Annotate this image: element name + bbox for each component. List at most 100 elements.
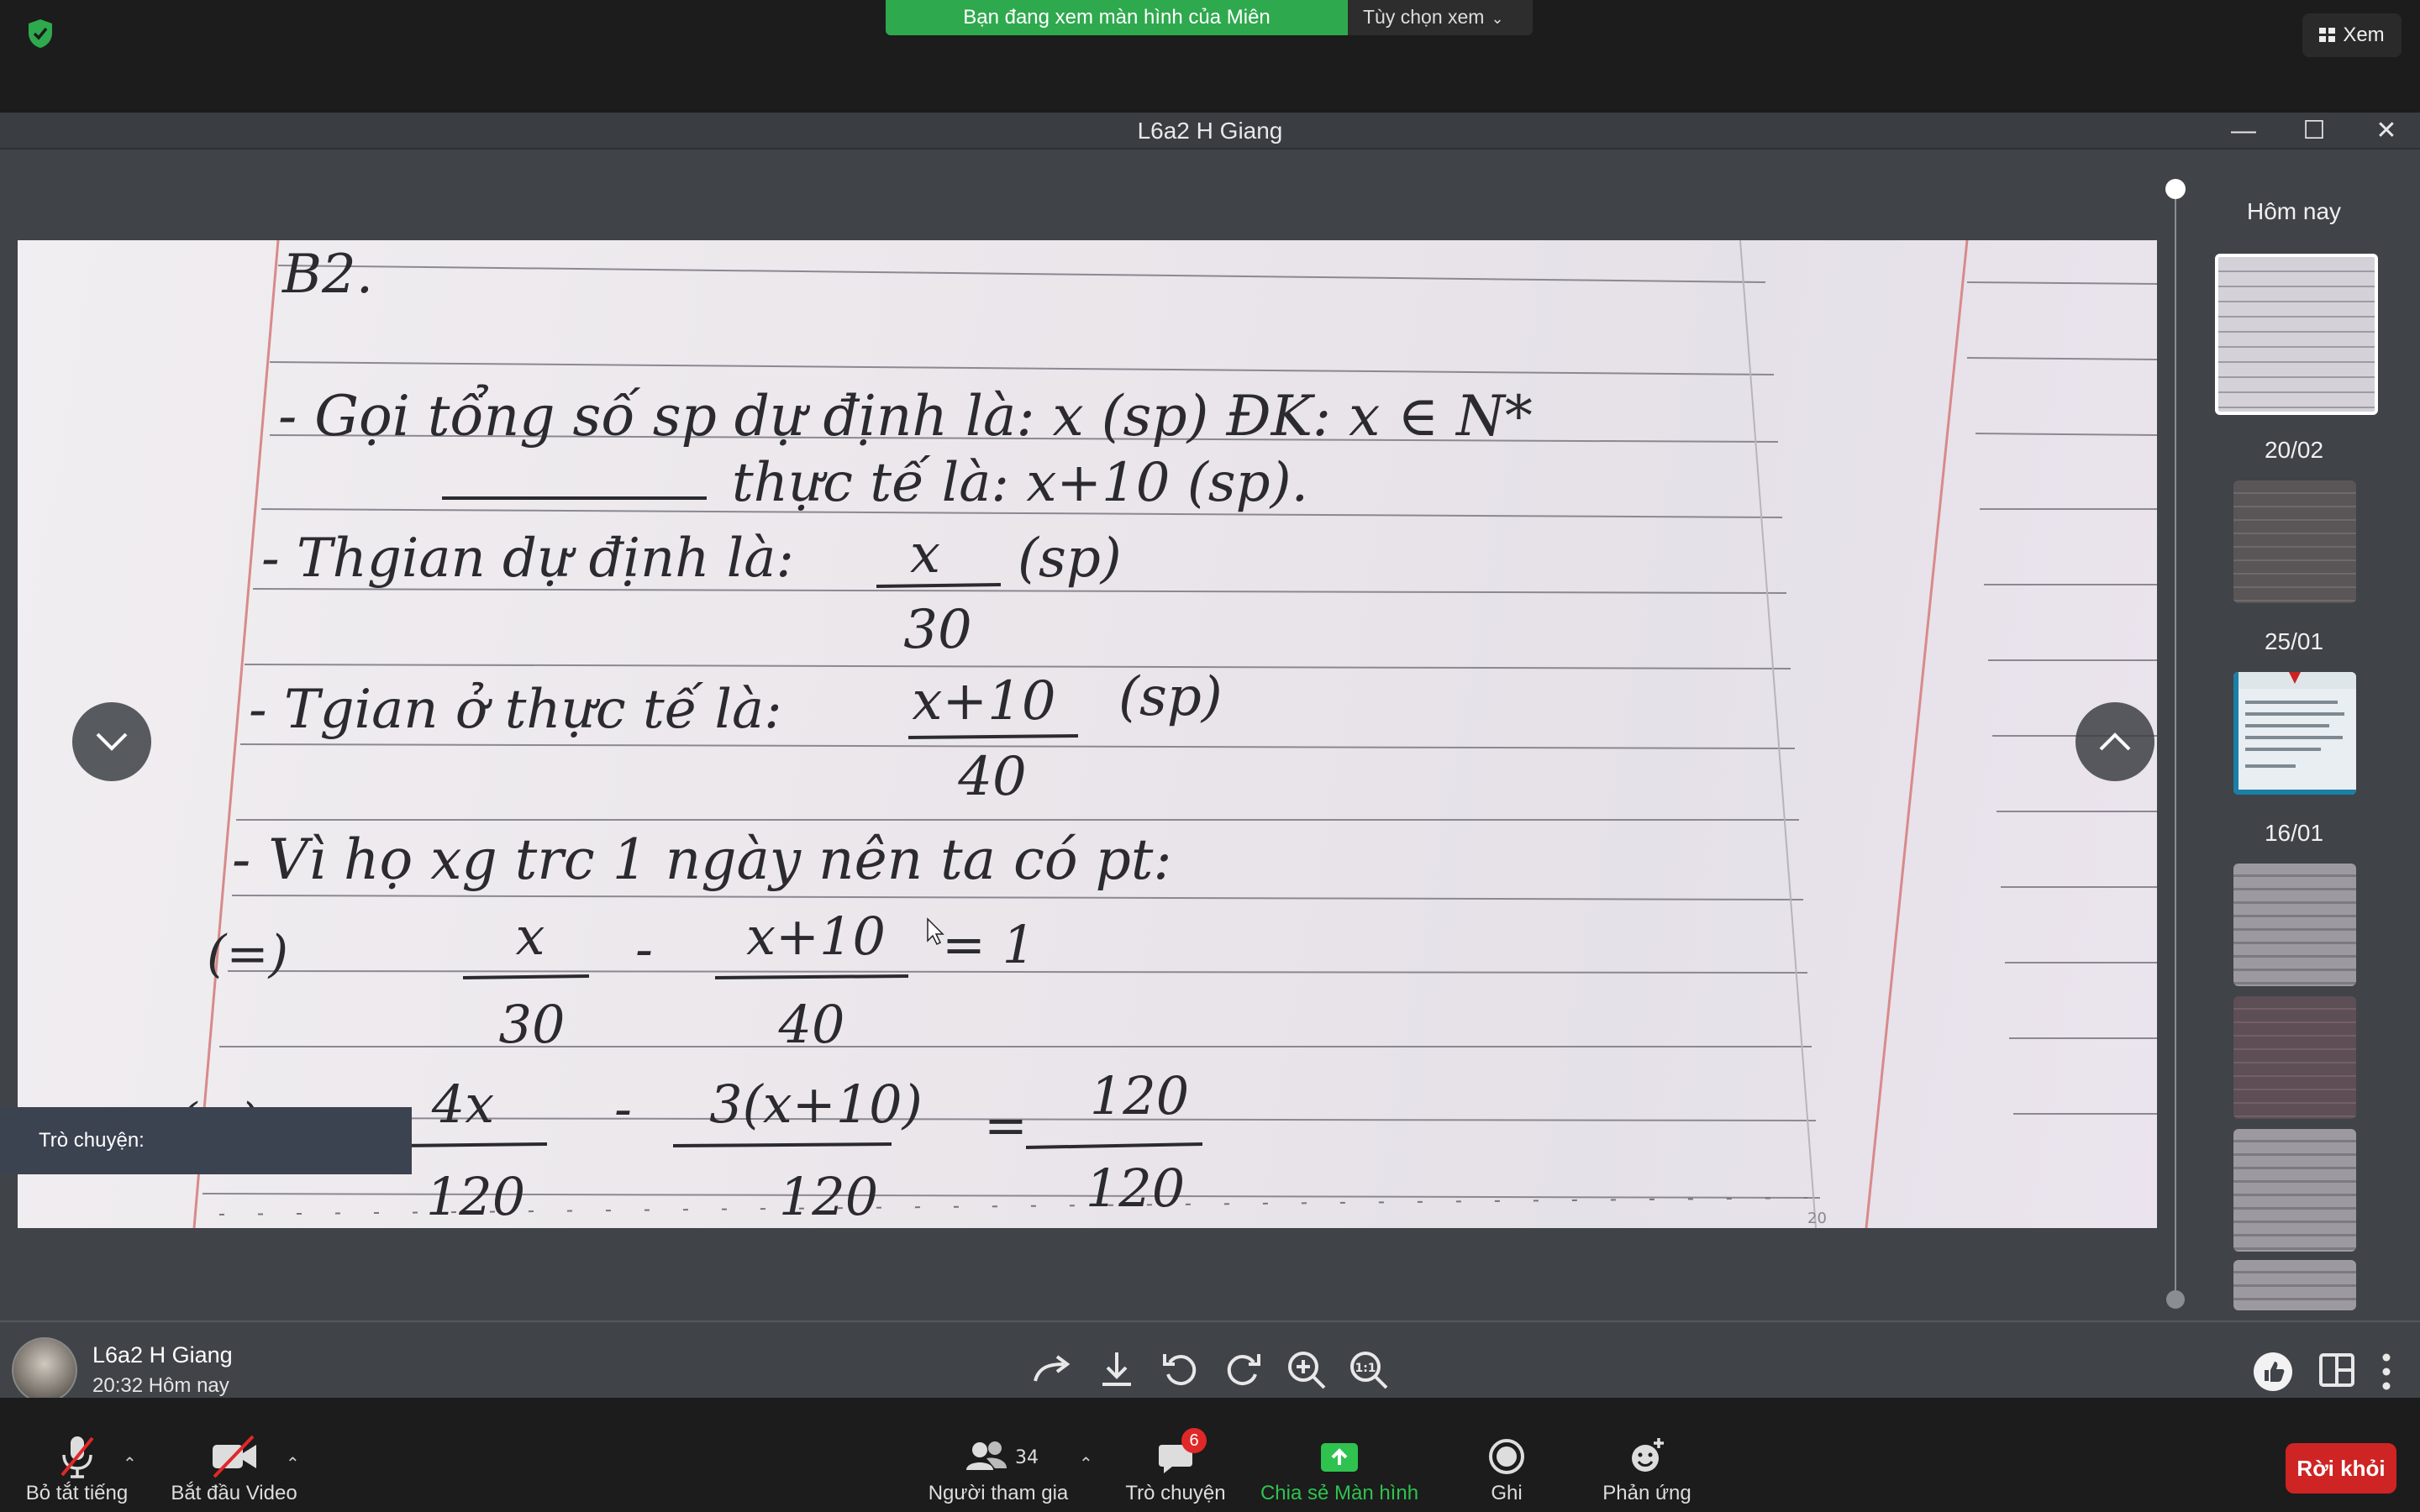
chat-image-viewer: L6a2 H Giang — ☐ ✕ B2. - Gọi tổng số sp … — [0, 113, 2420, 1398]
maximize-button[interactable]: ☐ — [2289, 113, 2339, 150]
share-screen-button[interactable]: Chia sẻ Màn hình — [1255, 1431, 1423, 1505]
microphone-muted-icon — [60, 1436, 94, 1478]
view-options-label: Tùy chọn xem — [1363, 6, 1485, 28]
viewer-title-bar: L6a2 H Giang — ☐ ✕ — [0, 113, 2420, 150]
equation-2-b-numerator: 3(x+10) — [709, 1074, 923, 1135]
participants-label: Người tham gia — [928, 1482, 1069, 1504]
rotate-left-icon[interactable] — [1158, 1347, 1203, 1393]
equation-1-a-numerator: x — [516, 906, 545, 967]
fraction-2-unit: (sp) — [1118, 666, 1223, 728]
grid-icon — [2319, 28, 2337, 43]
record-icon — [1489, 1439, 1524, 1474]
maximize-icon: ☐ — [2302, 117, 2326, 144]
right-margin-line — [1865, 240, 1969, 1228]
previous-image-button[interactable] — [2075, 702, 2154, 781]
image-info-bar: L6a2 H Giang 20:32 Hôm nay 1:1 — [0, 1320, 2420, 1403]
rotate-right-icon[interactable] — [1220, 1347, 1265, 1393]
fraction-2-denominator: 40 — [957, 746, 1026, 808]
minimize-icon: — — [2231, 117, 2256, 144]
share-screen-label: Chia sẻ Màn hình — [1260, 1482, 1419, 1504]
start-video-label: Bắt đầu Video — [171, 1482, 297, 1504]
handwriting-line-5: - Tgian ở thực tế là: — [249, 679, 782, 741]
timeline-start-handle[interactable] — [2165, 179, 2186, 199]
thumbnail-image[interactable] — [2233, 480, 2356, 603]
handwriting-line-1: B2. — [281, 244, 373, 306]
handwriting-line-3: thực tế là: x+10 (sp). — [732, 452, 1308, 514]
timeline-end-handle[interactable] — [2166, 1290, 2185, 1309]
record-button[interactable]: Ghi — [1477, 1431, 1536, 1505]
timeline-date-today: Hôm nay — [2246, 198, 2342, 224]
thumbnail-selected[interactable] — [2215, 254, 2378, 415]
meeting-controls: Bỏ tắt tiếng ⌃ Bắt đầu Video ⌃ 34 Người … — [0, 1398, 2420, 1512]
participants-options-chevron-icon[interactable]: ⌃ — [1079, 1453, 1093, 1474]
chevron-up-icon — [2099, 732, 2131, 751]
participants-button[interactable]: 34 Người tham gia — [923, 1431, 1074, 1505]
equation-1-rhs: = 1 — [942, 914, 1035, 975]
close-icon: ✕ — [2375, 117, 2397, 144]
view-options-dropdown[interactable]: Tùy chọn xem ⌄ — [1348, 0, 1533, 35]
chat-preview-box[interactable]: Trò chuyện: — [0, 1107, 412, 1174]
zoom-in-icon[interactable] — [1284, 1347, 1329, 1393]
thumbnail-image[interactable] — [2233, 996, 2356, 1119]
page-fold-line — [1739, 240, 1817, 1228]
reactions-icon — [1632, 1438, 1664, 1472]
svg-text:1:1: 1:1 — [1355, 1362, 1376, 1375]
record-label: Ghi — [1491, 1482, 1523, 1504]
zoom-meeting-window: Bạn đang xem màn hình của Miên Tùy chọn … — [0, 0, 2420, 1512]
notebook-page-drawing: B2. - Gọi tổng số sp dự định là: x (sp) … — [177, 240, 2157, 1228]
handwriting-line-6: - Vì họ xg trc 1 ngày nên ta có pt: — [232, 827, 1172, 892]
equation-2-a-denominator: 120 — [426, 1166, 525, 1227]
reactions-button[interactable]: Phản ứng — [1597, 1431, 1697, 1505]
equation-2-b-denominator: 120 — [779, 1166, 878, 1227]
page-number: 20 — [1807, 1210, 1827, 1227]
reactions-label: Phản ứng — [1602, 1482, 1691, 1504]
view-layout-button[interactable]: Xem — [2302, 13, 2402, 57]
equation-1-b-numerator: x+10 — [746, 906, 886, 967]
sent-time: 20:32 Hôm nay — [92, 1374, 229, 1397]
equation-1-minus: - — [635, 918, 653, 979]
leave-meeting-button[interactable]: Rời khỏi — [2286, 1443, 2396, 1494]
participants-count: 34 — [1015, 1447, 1039, 1468]
audio-options-chevron-icon[interactable]: ⌃ — [123, 1453, 137, 1474]
download-icon[interactable] — [1094, 1347, 1139, 1393]
equation-1-prefix: (=) — [207, 925, 288, 984]
equation-2-minus: - — [614, 1078, 632, 1139]
equation-2-c-numerator: 120 — [1090, 1065, 1189, 1126]
equation-2-equals: = — [984, 1095, 1028, 1156]
screen-share-banner: Bạn đang xem màn hình của Miên — [886, 0, 1348, 35]
chat-preview-label: Trò chuyện: — [39, 1129, 145, 1152]
video-options-chevron-icon[interactable]: ⌃ — [286, 1453, 300, 1474]
equation-2-c-denominator: 120 — [1086, 1158, 1185, 1219]
fraction-1-unit: (sp) — [1018, 528, 1122, 590]
unmute-label: Bỏ tắt tiếng — [25, 1482, 129, 1504]
thumbnail-image[interactable] — [2233, 1129, 2356, 1252]
equation-1-a-denominator: 30 — [499, 994, 566, 1055]
chevron-down-icon: ⌄ — [1491, 10, 1504, 27]
fraction-2-numerator: x+10 — [912, 670, 1055, 732]
avatar — [12, 1337, 77, 1403]
handwriting-line-2: - Gọi tổng số sp dự định là: x (sp) ĐK: … — [278, 384, 1533, 449]
actual-size-icon[interactable]: 1:1 — [1346, 1347, 1392, 1393]
minimize-button[interactable]: — — [2218, 113, 2269, 150]
next-image-button[interactable] — [72, 702, 151, 781]
timeline-date-2002: 20/02 — [2264, 437, 2324, 463]
security-shield-icon[interactable] — [27, 18, 54, 49]
video-off-icon — [212, 1435, 256, 1478]
chat-label: Trò chuyện — [1125, 1482, 1226, 1504]
like-icon[interactable] — [2252, 1351, 2294, 1393]
chat-unread-badge: 6 — [1181, 1428, 1207, 1453]
start-video-button[interactable]: Bắt đầu Video — [165, 1431, 303, 1505]
chat-button[interactable]: Trò chuyện — [1121, 1431, 1230, 1505]
unmute-button[interactable]: Bỏ tắt tiếng — [20, 1431, 134, 1505]
close-button[interactable]: ✕ — [2361, 113, 2412, 150]
thumbnail-image[interactable] — [2233, 864, 2356, 986]
view-layout-label: Xem — [2343, 24, 2385, 46]
thumbnail-document[interactable] — [2233, 672, 2356, 795]
layout-toggle-icon[interactable] — [2317, 1351, 2356, 1389]
timeline-track[interactable] — [2175, 189, 2176, 1299]
participants-icon: 34 — [966, 1441, 1039, 1470]
more-options-icon[interactable] — [2378, 1351, 2395, 1393]
thumbnail-image[interactable] — [2233, 1260, 2356, 1310]
share-screen-icon — [1321, 1443, 1358, 1472]
forward-icon[interactable] — [1030, 1347, 1076, 1393]
